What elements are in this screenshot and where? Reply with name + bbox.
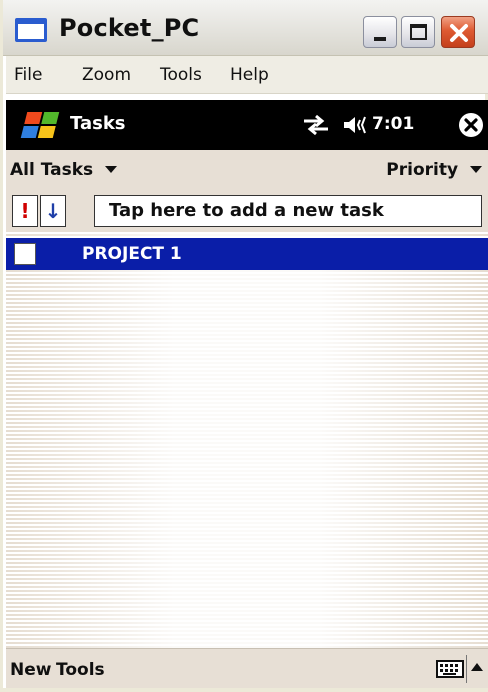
command-bar: New Tools [6,648,488,688]
tools-menu-button[interactable]: Tools [56,660,105,680]
menu-help[interactable]: Help [230,65,269,85]
chevron-down-icon [470,166,482,173]
sort-order-button[interactable]: ↓ [40,195,66,227]
nav-clock[interactable]: 7:01 [372,114,414,134]
task-row[interactable]: PROJECT 1 [6,238,488,270]
sip-divider [466,655,467,683]
close-icon [450,24,468,42]
close-window-button[interactable] [441,16,475,48]
menu-bar: File Zoom Tools Help [6,56,488,94]
task-header: All Tasks Priority [6,150,488,190]
window-app-icon [15,18,47,42]
minimize-button[interactable] [363,16,397,48]
filter-dropdown[interactable]: All Tasks [10,160,118,180]
task-list: PROJECT 1 [6,232,488,652]
task-complete-checkbox[interactable] [14,243,36,265]
close-circle-icon[interactable] [458,112,484,138]
window-title: Pocket_PC [59,14,200,42]
new-task-input[interactable]: Tap here to add a new task [94,195,482,227]
pocketpc-nav-bar: Tasks 7:01 [6,100,488,150]
minimize-icon [374,37,386,41]
chevron-down-icon [105,166,118,173]
menu-file[interactable]: File [14,65,42,85]
start-flag-icon[interactable] [16,109,62,141]
volume-icon[interactable] [342,114,370,136]
sort-label: Priority [386,160,459,180]
window-titlebar[interactable]: Pocket_PC [3,0,488,56]
new-button[interactable]: New [10,660,51,680]
menu-tools[interactable]: Tools [160,65,202,85]
task-name: PROJECT 1 [82,244,182,264]
maximize-icon [410,24,427,40]
task-entry-bar: ! ↓ Tap here to add a new task [6,190,488,232]
sort-dropdown[interactable]: Priority [386,160,482,180]
menu-zoom[interactable]: Zoom [82,65,131,85]
keyboard-icon[interactable] [436,658,464,680]
filter-label: All Tasks [10,160,94,180]
sip-arrow-up-icon[interactable] [471,662,483,672]
priority-toggle-button[interactable]: ! [12,195,38,227]
connectivity-icon[interactable] [302,114,330,136]
maximize-button[interactable] [401,16,435,48]
pocket-pc-window: Pocket_PC File Zoom Tools Help Tasks 7:0… [0,0,488,692]
nav-title[interactable]: Tasks [70,113,126,134]
